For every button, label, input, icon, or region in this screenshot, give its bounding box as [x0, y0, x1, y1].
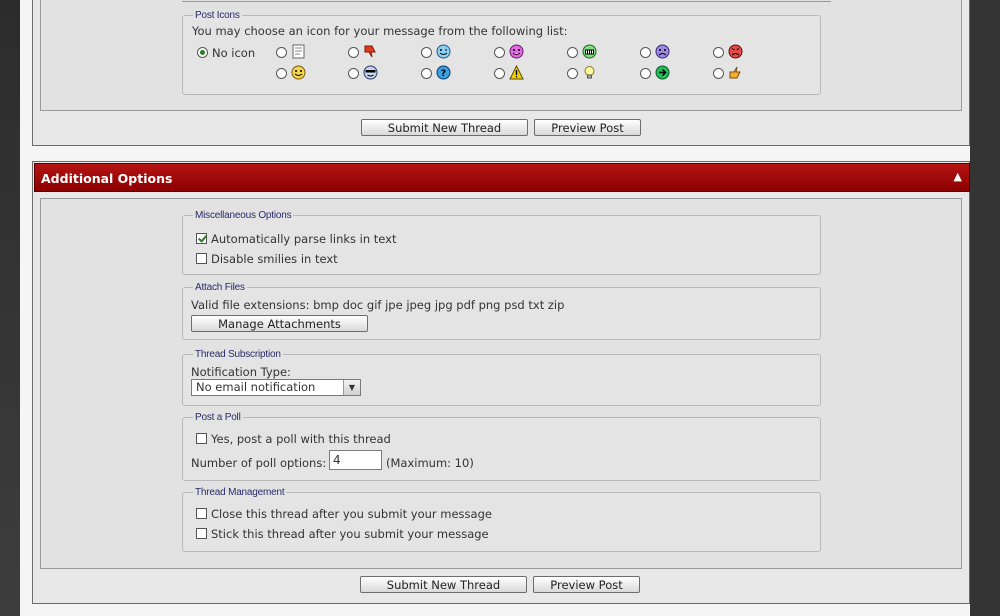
icon-radio-thumbs-down[interactable]: [348, 47, 359, 58]
note-icon: [292, 44, 305, 59]
notification-type-select[interactable]: No email notification ▼: [191, 379, 361, 396]
close-thread-label: Close this thread after you submit your …: [211, 507, 492, 521]
mad-icon: [728, 44, 743, 59]
parse-links-checkbox[interactable]: [196, 233, 207, 244]
warning-icon: [509, 65, 524, 80]
left-background: [0, 0, 20, 616]
thumbs-down-icon: [364, 45, 376, 58]
post-poll-checkbox[interactable]: [196, 433, 207, 444]
icon-radio-lightbulb[interactable]: [567, 68, 578, 79]
question-icon: ?: [436, 65, 451, 80]
right-background: [970, 0, 1000, 616]
icon-radio-thumbs-up[interactable]: [713, 68, 724, 79]
notification-type-label: Notification Type:: [191, 365, 291, 379]
icon-radio-arrow[interactable]: [640, 68, 651, 79]
icon-radio-cheerful[interactable]: [567, 47, 578, 58]
notification-type-value: No email notification: [196, 380, 316, 394]
preview-post-button-top[interactable]: Preview Post: [534, 119, 641, 136]
post-panel: Post Icons You may choose an icon for yo…: [32, 0, 970, 146]
lightbulb-icon: [584, 66, 595, 79]
icon-radio-wink[interactable]: [421, 47, 432, 58]
preview-post-button-bottom[interactable]: Preview Post: [533, 576, 640, 593]
disable-smilies-checkbox[interactable]: [196, 253, 207, 264]
post-panel-inner: Post Icons You may choose an icon for yo…: [40, 0, 962, 111]
no-icon-radio[interactable]: [197, 47, 208, 58]
valid-extensions-text: Valid file extensions: bmp doc gif jpe j…: [191, 298, 565, 312]
poll-options-input[interactable]: 4: [329, 450, 382, 470]
grin-icon: [509, 44, 524, 59]
thumbs-up-icon: [729, 66, 741, 79]
stick-thread-label: Stick this thread after you submit your …: [211, 527, 489, 541]
page: Post Icons You may choose an icon for yo…: [20, 0, 970, 616]
additional-options-inner: Miscellaneous Options Automatically pars…: [40, 198, 962, 569]
post-icons-legend: Post Icons: [195, 10, 240, 21]
close-thread-checkbox[interactable]: [196, 508, 207, 519]
submit-new-thread-button-bottom[interactable]: Submit New Thread: [360, 576, 527, 593]
post-icons-intro: You may choose an icon for your message …: [192, 24, 568, 38]
attach-files-legend: Attach Files: [195, 282, 245, 293]
post-poll-legend: Post a Poll: [195, 412, 241, 423]
frown-icon: [655, 44, 670, 59]
wink-icon: [436, 44, 451, 59]
collapse-icon[interactable]: ▲: [954, 170, 962, 183]
submit-new-thread-button-top[interactable]: Submit New Thread: [361, 119, 528, 136]
stick-thread-checkbox[interactable]: [196, 528, 207, 539]
icon-radio-smile[interactable]: [276, 68, 287, 79]
manage-attachments-button[interactable]: Manage Attachments: [191, 315, 368, 332]
post-poll-label: Yes, post a poll with this thread: [211, 432, 391, 446]
icon-radio-question[interactable]: [421, 68, 432, 79]
cheerful-icon: [582, 44, 597, 59]
icon-radio-note[interactable]: [276, 47, 287, 58]
arrow-icon: [655, 65, 670, 80]
svg-text:?: ?: [441, 69, 446, 79]
no-icon-label: No icon: [212, 46, 256, 60]
icon-radio-frown[interactable]: [640, 47, 651, 58]
poll-options-label: Number of poll options:: [191, 456, 327, 470]
icon-radio-mad[interactable]: [713, 47, 724, 58]
icon-radio-grin[interactable]: [494, 47, 505, 58]
smile-icon: [291, 65, 306, 80]
chevron-down-icon[interactable]: ▼: [343, 380, 360, 395]
parse-links-label: Automatically parse links in text: [211, 232, 397, 246]
icon-radio-cool[interactable]: [348, 68, 359, 79]
additional-options-title: Additional Options: [41, 171, 173, 186]
additional-options-header[interactable]: Additional Options ▲: [34, 163, 970, 192]
disable-smilies-label: Disable smilies in text: [211, 252, 338, 266]
thread-management-legend: Thread Management: [195, 487, 285, 498]
misc-options-legend: Miscellaneous Options: [195, 210, 292, 221]
thread-subscription-legend: Thread Subscription: [195, 349, 281, 360]
poll-maximum-text: (Maximum: 10): [386, 456, 474, 470]
post-poll-fieldset: Post a Poll: [182, 412, 821, 481]
message-area-bottom: [182, 0, 831, 2]
cool-icon: [363, 65, 378, 80]
icon-radio-warning[interactable]: [494, 68, 505, 79]
